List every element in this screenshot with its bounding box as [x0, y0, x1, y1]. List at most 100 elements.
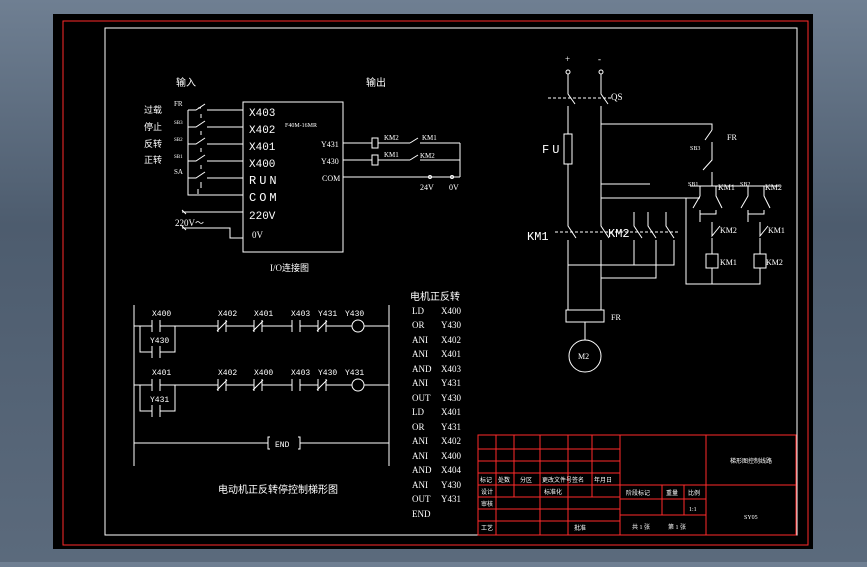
op-14: OUT — [412, 494, 431, 504]
label-coil-km2: KM2 — [766, 258, 783, 267]
label-qs: QS — [611, 92, 623, 102]
arg-6: Y431 — [441, 378, 461, 388]
tag-sa: SA — [174, 168, 183, 176]
rung2-label-3: X400 — [254, 369, 273, 378]
rung1-label-3: X401 — [254, 310, 273, 319]
label-interlock-km2: KM2 — [720, 226, 737, 235]
plc-0v: 0V — [252, 230, 264, 240]
op-15: END — [412, 509, 431, 519]
label-fu: FU — [542, 143, 562, 157]
label-plus: + — [565, 54, 570, 64]
ladder-caption: 电动机正反转停控制梯形图 — [218, 483, 338, 496]
label-motor: M2 — [578, 352, 589, 361]
tb-mark: 标记 — [480, 476, 492, 484]
label-ctrl-sb2: SB2 — [740, 182, 750, 188]
op-2: OR — [412, 320, 425, 330]
arg-7: Y430 — [441, 393, 461, 403]
relay-label-km2: KM2 — [384, 134, 399, 142]
op-1: LD — [412, 306, 424, 316]
tb-sheet: 第 1 张 — [668, 523, 686, 531]
side-label-forward: 正转 — [144, 154, 162, 165]
label-minus: - — [598, 54, 601, 64]
label-km1: KM1 — [527, 230, 549, 244]
op-13: ANI — [412, 480, 428, 490]
rung2-coil-label: Y431 — [345, 369, 364, 378]
rung1-label-5: Y431 — [318, 310, 337, 319]
tb-count: 处数 — [498, 476, 510, 484]
op-10: ANI — [412, 436, 428, 446]
side-label-overload: 过载 — [144, 104, 162, 115]
plc-model: F40M-16MR — [285, 123, 317, 129]
tag-sb1: SB1 — [174, 155, 183, 160]
arg-12: X404 — [441, 465, 461, 475]
label-ctrl-km1: KM1 — [718, 183, 735, 192]
plc-com: COM — [249, 191, 280, 205]
op-12: AND — [412, 465, 432, 475]
plc-220v: 220V — [249, 211, 276, 223]
arg-9: Y431 — [441, 422, 461, 432]
op-5: AND — [412, 364, 432, 374]
op-4: ANI — [412, 349, 428, 359]
label-output: 输出 — [366, 76, 386, 89]
label-ctrl-fr: FR — [727, 133, 737, 142]
arg-3: X402 — [441, 335, 461, 345]
plc-input-1: X403 — [249, 108, 275, 120]
op-11: ANI — [412, 451, 428, 461]
tb-sign: 签名 — [572, 476, 584, 484]
rung1-parallel-label: Y430 — [150, 337, 169, 346]
plc-input-2: X402 — [249, 125, 275, 137]
supply-label: 220V～ — [175, 218, 204, 228]
rung1-label-4: X403 — [291, 310, 310, 319]
rung2-label-1: X401 — [152, 369, 171, 378]
plc-input-3: X401 — [249, 142, 276, 154]
side-label-reverse: 反转 — [144, 138, 162, 149]
tb-zone: 分区 — [520, 476, 532, 484]
program-title: 电机正反转 — [410, 290, 460, 303]
tb-drawing-name: 梯形图控制线路 — [730, 457, 772, 465]
io-caption: I/O连接图 — [270, 262, 309, 273]
tb-weight: 重量 — [666, 489, 678, 497]
label-24v: 24V — [420, 183, 434, 192]
rung1-label-2: X402 — [218, 310, 237, 319]
plc-out-com: COM — [322, 174, 340, 183]
arg-11: X400 — [441, 451, 461, 461]
arg-14: Y431 — [441, 494, 461, 504]
tb-change: 更改文件号 — [542, 476, 572, 484]
label-ctrl-sb3: SB3 — [690, 146, 700, 152]
tb-code: SY05 — [744, 515, 758, 521]
tb-scale: 比例 — [688, 489, 700, 497]
tb-approve: 批准 — [574, 524, 586, 532]
arg-10: X402 — [441, 436, 461, 446]
rung2-label-2: X402 — [218, 369, 237, 378]
rung2-label-4: X403 — [291, 369, 310, 378]
label-interlock-km1: KM1 — [768, 226, 785, 235]
rung2-parallel-label: Y431 — [150, 396, 169, 405]
tb-review: 审核 — [481, 500, 493, 508]
contact-km2: KM2 — [420, 152, 435, 160]
cad-viewport[interactable]: 输入 输出 F40M-16MR X403 X402 X401 X400 RUN … — [0, 0, 867, 562]
plc-run: RUN — [249, 174, 280, 188]
relay-label-km1: KM1 — [384, 151, 399, 159]
side-label-stop: 停止 — [144, 121, 162, 132]
rung1-label-1: X400 — [152, 310, 171, 319]
tag-fr: FR — [174, 100, 183, 108]
label-coil-km1: KM1 — [720, 258, 737, 267]
tag-sb3: SB3 — [174, 121, 183, 126]
label-km2: KM2 — [608, 227, 630, 241]
arg-4: X401 — [441, 349, 461, 359]
tb-ratio: 1:1 — [689, 507, 697, 513]
tag-sb2: SB2 — [174, 138, 183, 143]
drawing-canvas: 输入 输出 F40M-16MR X403 X402 X401 X400 RUN … — [53, 14, 813, 549]
contact-km1: KM1 — [422, 134, 437, 142]
plc-out-y431: Y431 — [321, 140, 339, 149]
arg-8: X401 — [441, 407, 461, 417]
op-9: OR — [412, 422, 425, 432]
arg-1: X400 — [441, 306, 461, 316]
op-7: OUT — [412, 393, 431, 403]
op-6: ANI — [412, 378, 428, 388]
plc-out-y430: Y430 — [321, 157, 339, 166]
end-label: END — [275, 441, 290, 450]
rung1-coil-label: Y430 — [345, 310, 364, 319]
label-ctrl-sb1: SB1 — [688, 182, 698, 188]
tb-date: 年月日 — [594, 476, 612, 484]
